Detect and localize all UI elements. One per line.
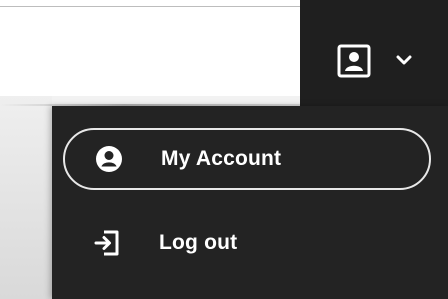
page-side-area [0, 96, 52, 299]
menu-item-label: Log out [159, 231, 238, 254]
logout-icon [93, 229, 121, 257]
chevron-down-icon [396, 53, 412, 71]
user-header-bar [300, 0, 448, 110]
menu-item-my-account[interactable]: My Account [63, 128, 431, 190]
menu-item-label: My Account [161, 147, 282, 170]
menu-item-log-out[interactable]: Log out [63, 212, 431, 274]
top-divider [0, 6, 300, 7]
user-avatar-icon [337, 44, 371, 83]
account-circle-icon [95, 145, 123, 173]
user-dropdown-menu: My Account Log out [52, 106, 448, 299]
user-menu-button[interactable] [335, 44, 373, 82]
user-menu-toggle[interactable] [392, 52, 416, 72]
